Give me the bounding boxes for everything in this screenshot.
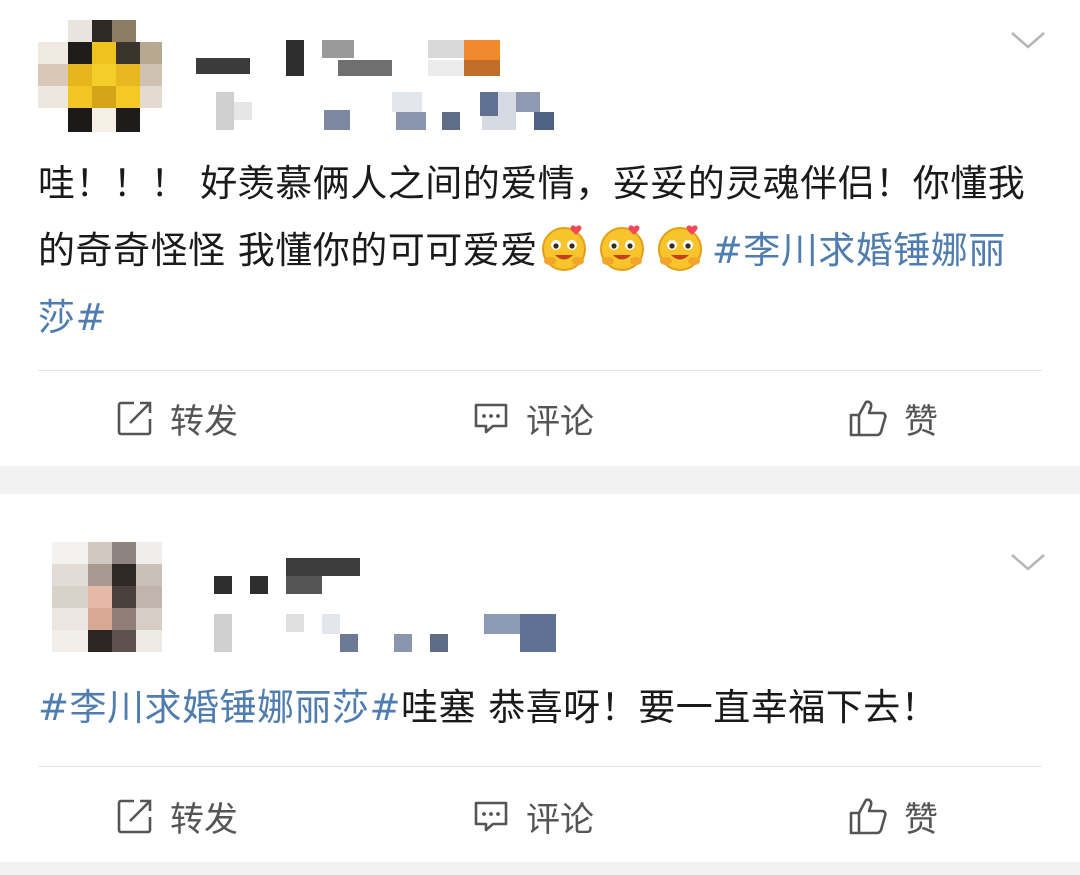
comment-button[interactable]: 评论 bbox=[472, 378, 594, 458]
repost-button[interactable]: 转发 bbox=[116, 776, 238, 856]
comment-label: 评论 bbox=[526, 401, 594, 442]
like-label: 赞 bbox=[904, 799, 938, 840]
comment-button[interactable]: 评论 bbox=[472, 776, 594, 856]
divider bbox=[38, 370, 1042, 371]
edit-square-icon bbox=[117, 799, 152, 834]
divider bbox=[38, 766, 1042, 767]
comment-label: 评论 bbox=[526, 799, 594, 840]
edit-square-icon bbox=[117, 401, 152, 436]
thumbs-up-icon bbox=[849, 400, 887, 437]
comment-text: #李川求婚锤娜丽莎#哇塞 恭喜呀！要一直幸福下去！ bbox=[38, 674, 1030, 741]
chevron-down-icon[interactable] bbox=[1010, 30, 1046, 50]
comment-bubble-icon bbox=[474, 801, 508, 832]
smile-hug-emoji bbox=[599, 225, 644, 271]
repost-button[interactable]: 转发 bbox=[116, 378, 238, 458]
like-button[interactable]: 赞 bbox=[848, 776, 938, 856]
hashtag-link[interactable]: #李川求婚锤娜丽莎# bbox=[38, 686, 401, 729]
avatar[interactable] bbox=[52, 542, 162, 652]
smile-hug-emoji bbox=[541, 225, 586, 271]
weibo-comment-card: 哇！！！ 好羡慕俩人之间的爱情，妥妥的灵魂伴侣！你懂我的奇奇怪怪 我懂你的可可爱… bbox=[0, 0, 1080, 466]
comment-body: 哇塞 恭喜呀！要一直幸福下去！ bbox=[401, 686, 939, 729]
like-button[interactable]: 赞 bbox=[848, 378, 938, 458]
action-bar: 转发 评论 赞 bbox=[0, 378, 1080, 458]
comment-text: 哇！！！ 好羡慕俩人之间的爱情，妥妥的灵魂伴侣！你懂我的奇奇怪怪 我懂你的可可爱… bbox=[38, 150, 1030, 351]
chevron-down-icon[interactable] bbox=[1010, 552, 1046, 572]
smile-hug-emoji bbox=[657, 225, 702, 271]
thumbs-up-icon bbox=[849, 798, 887, 835]
weibo-comment-card: #李川求婚锤娜丽莎#哇塞 恭喜呀！要一直幸福下去！ 转发 评论 赞 bbox=[0, 494, 1080, 862]
repost-label: 转发 bbox=[170, 401, 238, 442]
like-label: 赞 bbox=[904, 401, 938, 442]
comment-bubble-icon bbox=[474, 403, 508, 434]
avatar[interactable] bbox=[38, 20, 162, 132]
repost-label: 转发 bbox=[170, 799, 238, 840]
action-bar: 转发 评论 赞 bbox=[0, 776, 1080, 856]
